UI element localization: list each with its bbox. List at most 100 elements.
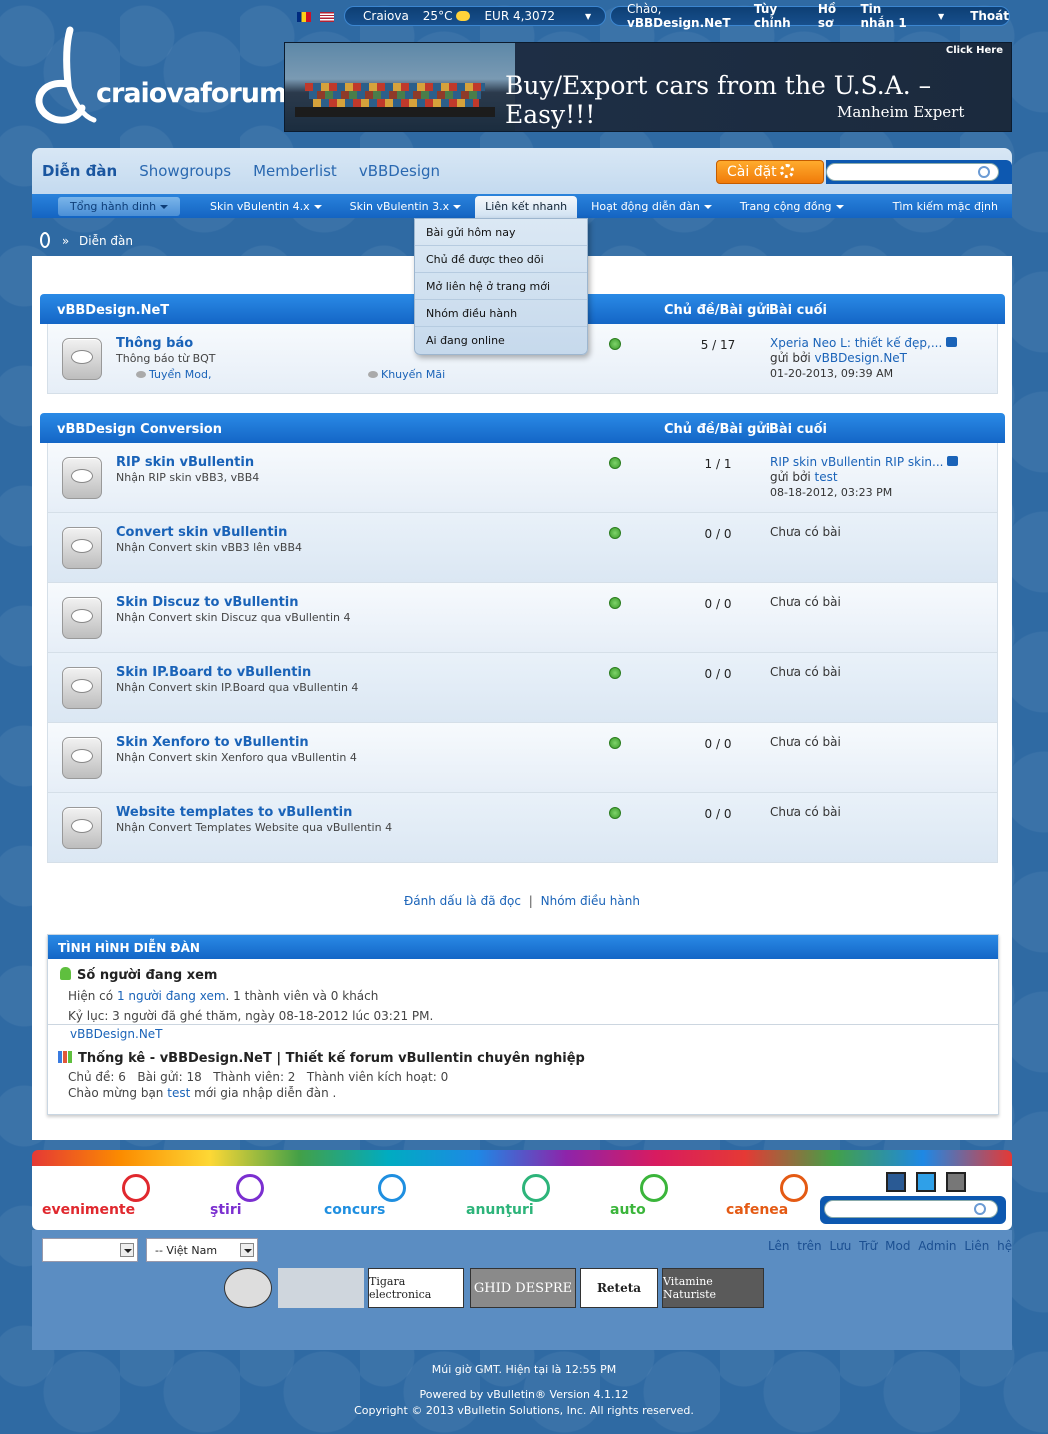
profile-link[interactable]: Hồ sơ [818,2,849,30]
subforum-link[interactable]: Tuyển Mod, [136,368,211,381]
category-title[interactable]: vBBDesign Conversion [57,422,222,437]
home-icon[interactable] [40,232,50,248]
forum-title[interactable]: RIP skin vBullentin [116,455,254,470]
advanced-search-link[interactable]: Tìm kiếm mặc định [893,200,998,213]
user-settings-link[interactable]: Tùy chỉnh [754,2,806,30]
partner-logo-25h[interactable] [278,1268,364,1308]
mark-read-link[interactable]: Đánh dấu là đã đọc [404,894,521,908]
check-icon [609,667,621,679]
site-logo[interactable]: craiovaforum [30,24,287,134]
forum-title[interactable]: Convert skin vBullentin [116,525,287,540]
tab-showgroups[interactable]: Showgroups [139,162,231,180]
last-post: Chưa có bài [770,525,841,539]
last-post-title[interactable]: RIP skin vBullentin RIP skin... [770,455,943,469]
category-header: vBBDesign Conversion Chủ đề/Bài gửi Bài … [40,413,1005,443]
footer-mod-link[interactable]: Mod [885,1239,910,1253]
last-post-user[interactable]: test [815,470,838,484]
dropdown-item-contacts[interactable]: Mở liên hệ ở trang mới [415,273,587,300]
footer-contact-link[interactable]: Liên hệ [964,1239,1012,1253]
dropdown-item-moderators[interactable]: Nhóm điều hành [415,300,587,327]
subnav-label: Skin vBulentin 4.x [210,199,310,213]
portal-cafenea[interactable]: cafenea [726,1202,788,1218]
forum-title[interactable]: Skin Discuz to vBullentin [116,595,299,610]
style-swatch-blue[interactable] [916,1172,936,1192]
tab-memberlist[interactable]: Memberlist [253,162,337,180]
forum-title[interactable]: Website templates to vBullentin [116,805,352,820]
last-post-user[interactable]: vBBDesign.NeT [815,351,908,365]
partner-logo-vitamine[interactable]: Vitamine Naturiste [662,1268,764,1308]
posted-by-label: gửi bởi [770,351,811,365]
go-to-post-icon[interactable] [947,456,959,466]
bar-chart-icon [58,1051,72,1063]
forum-title[interactable]: Skin Xenforo to vBullentin [116,735,309,750]
search-icon[interactable] [974,1203,986,1215]
subforum-link[interactable]: Khuyến Mãi [368,368,445,381]
partner-logo-reteta[interactable]: Reteta [580,1268,658,1308]
check-icon [609,807,621,819]
forum-status-icon [62,807,102,849]
tab-vbbdesign[interactable]: vBBDesign [359,162,440,180]
messages-link[interactable]: Tin nhắn 1 [860,2,918,30]
partner-logo-tigara[interactable]: Tigara electronica [368,1268,464,1308]
last-post-date: 01-20-2013, 09:39 AM [770,367,894,380]
partner-logo-ghid[interactable]: GHID DESPRE [470,1268,576,1308]
forum-actions: Đánh dấu là đã đọc | Nhóm điều hành [32,894,1012,908]
footer-top-link[interactable]: Lên trên [768,1239,822,1253]
subnav-skin-4x[interactable]: Skin vBulentin 4.x [196,200,336,213]
quick-links-dropdown: Bài gửi hôm nay Chủ đề được theo dõi Mở … [414,218,588,355]
portal-concurs-icon[interactable] [378,1174,406,1202]
subnav-community[interactable]: Trang cộng đồng [726,200,858,213]
dropdown-item-todays-posts[interactable]: Bài gửi hôm nay [415,219,587,246]
portal-anunturi-icon[interactable] [522,1174,550,1202]
portal-cafenea-icon[interactable] [780,1174,808,1202]
go-to-post-icon[interactable] [946,337,958,347]
online-user-link[interactable]: vBBDesign.NeT [70,1027,163,1041]
logout-link[interactable]: Thoát [970,9,1009,23]
forum-title[interactable]: Skin IP.Board to vBullentin [116,665,311,680]
category-title[interactable]: vBBDesign.NeT [57,303,169,318]
forum-description: Nhận Convert skin IP.Board qua vBullenti… [116,681,359,694]
footer-search-input[interactable] [824,1200,998,1218]
search-input[interactable] [826,163,999,181]
chevron-down-icon[interactable]: ▼ [585,12,591,21]
dropdown-item-subscribed[interactable]: Chủ đề được theo dõi [415,246,587,273]
check-icon [609,338,621,350]
portal-auto-icon[interactable] [640,1174,668,1202]
portal-evenimente-icon[interactable] [122,1174,150,1202]
portal-stiri-icon[interactable] [236,1174,264,1202]
portal-anunturi[interactable]: anunţuri [466,1202,534,1218]
dropdown-item-whos-online[interactable]: Ai đang online [415,327,587,354]
portal-stiri[interactable]: ştiri [210,1202,242,1218]
subnav-skin-3x[interactable]: Skin vBulentin 3.x [336,200,476,213]
partner-logo-kiss[interactable] [224,1268,272,1308]
style-swatch-grey[interactable] [946,1172,966,1192]
language-select[interactable]: -- Việt Nam [146,1238,258,1262]
click-here-link[interactable]: Click Here [946,45,1003,56]
ad-banner[interactable]: Buy/Export cars from the U.S.A. – Easy!!… [284,42,1012,132]
tab-forum[interactable]: Diễn đàn [42,162,117,180]
romania-flag-icon[interactable] [297,12,311,22]
style-swatch-dark[interactable] [886,1172,906,1192]
style-chooser-select[interactable] [42,1238,138,1262]
viewers-link[interactable]: 1 người đang xem [117,989,226,1003]
footer-archive-link[interactable]: Lưu Trữ [829,1239,877,1253]
last-post: Xperia Neo L: thiết kế đẹp,... gửi bởi v… [770,336,958,381]
portal-concurs[interactable]: concurs [324,1202,385,1218]
footer-admin-link[interactable]: Admin [918,1239,956,1253]
username-link[interactable]: vBBDesign.NeT [627,16,731,30]
portal-evenimente[interactable]: evenimente [42,1202,135,1218]
us-flag-icon[interactable] [320,12,334,22]
forum-row: Skin IP.Board to vBullentin Nhận Convert… [47,653,998,723]
subnav-quick-links[interactable]: Liên kết nhanh [475,196,578,218]
forum-row: Website templates to vBullentin Nhận Con… [47,793,998,863]
subnav-forum-actions[interactable]: Hoạt động diễn đàn [577,200,726,213]
last-post-title[interactable]: Xperia Neo L: thiết kế đẹp,... [770,336,942,350]
moderators-link[interactable]: Nhóm điều hành [541,894,640,908]
newest-member-link[interactable]: test [167,1086,190,1100]
settings-button[interactable]: Cài đặt [716,160,824,184]
chevron-down-icon[interactable]: ▼ [938,12,944,21]
forum-title[interactable]: Thông báo [116,336,193,351]
portal-auto[interactable]: auto [610,1202,646,1218]
subnav-headquarters[interactable]: Tổng hành dinh [58,196,181,216]
search-icon[interactable] [978,166,990,178]
